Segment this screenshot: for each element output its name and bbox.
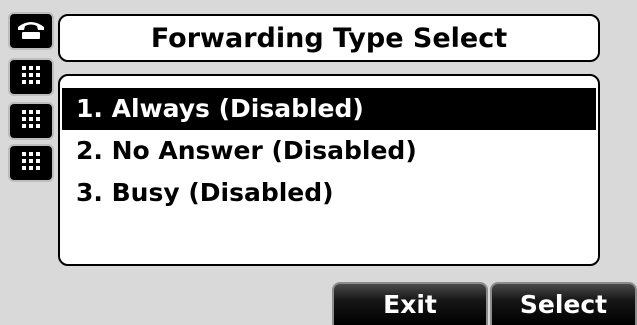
line-keys — [8, 12, 54, 182]
line-key-2[interactable] — [8, 58, 54, 96]
page-title: Forwarding Type Select — [150, 22, 508, 54]
keypad-icon — [20, 64, 42, 90]
keypad-icon — [20, 150, 42, 176]
line-key-4[interactable] — [8, 144, 54, 182]
phone-screen: Forwarding Type Select 1. Always (Disabl… — [0, 0, 637, 325]
line-key-3[interactable] — [8, 102, 54, 140]
forwarding-type-list: 1. Always (Disabled) 2. No Answer (Disab… — [58, 74, 600, 266]
line-key-1[interactable] — [8, 12, 54, 50]
menu-item-always[interactable]: 1. Always (Disabled) — [62, 88, 596, 130]
menu-item-busy[interactable]: 3. Busy (Disabled) — [60, 172, 598, 214]
title-bar: Forwarding Type Select — [58, 14, 600, 62]
softkey-bar: Exit Select — [0, 282, 637, 325]
menu-item-no-answer[interactable]: 2. No Answer (Disabled) — [60, 130, 598, 172]
handset-icon — [16, 17, 46, 45]
keypad-icon — [20, 108, 42, 134]
exit-button[interactable]: Exit — [332, 282, 488, 325]
select-button[interactable]: Select — [490, 282, 637, 325]
